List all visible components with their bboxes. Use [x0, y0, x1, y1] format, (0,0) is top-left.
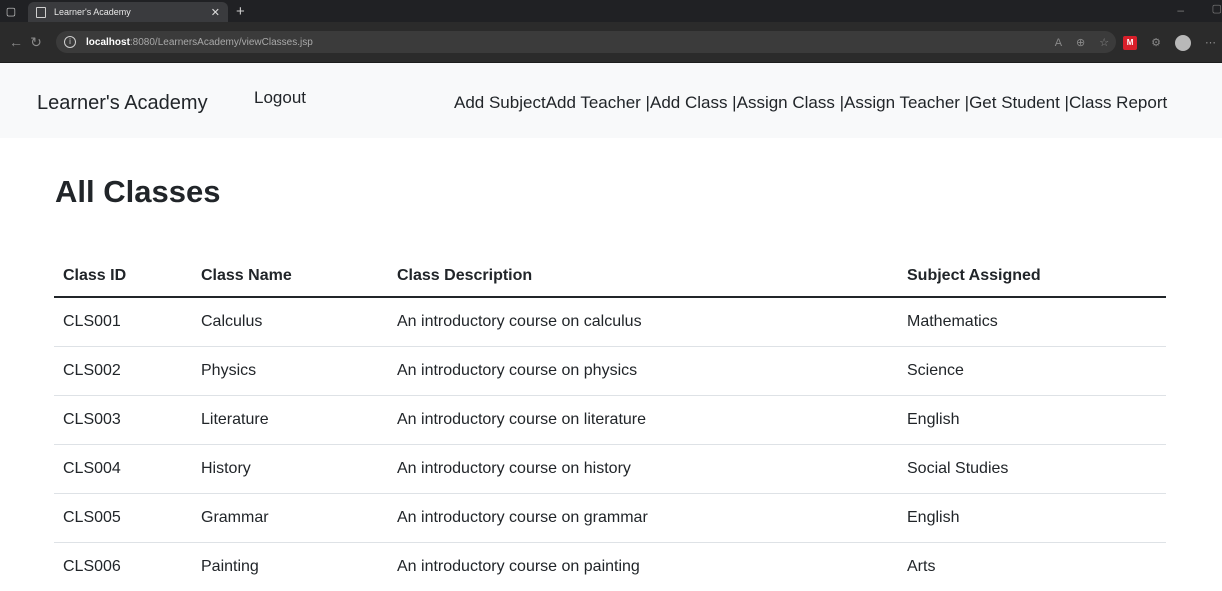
url-field[interactable]: i localhost:8080/LearnersAcademy/viewCla…	[56, 31, 1116, 53]
nav-add-class[interactable]: Add Class |	[650, 93, 737, 112]
cell-class-id: CLS006	[63, 557, 121, 575]
cell-class-description: An introductory course on calculus	[388, 297, 898, 347]
address-bar: ← ↻ i localhost:8080/LearnersAcademy/vie…	[0, 22, 1222, 63]
new-tab-icon[interactable]: +	[236, 3, 245, 20]
cell-class-description: An introductory course on grammar	[388, 493, 898, 543]
cell-subject-assigned: English	[898, 395, 1166, 445]
back-icon[interactable]: ←	[6, 34, 26, 50]
col-header-class-name: Class Name	[192, 256, 388, 298]
cell-subject-assigned: English	[898, 493, 1166, 543]
cell-class-description: An introductory course on painting	[397, 557, 640, 575]
cell-class-name: Grammar	[192, 493, 388, 543]
cell-class-id: CLS004	[54, 444, 192, 494]
nav-add-teacher[interactable]: Add Teacher |	[546, 93, 650, 112]
url-path: :8080/LearnersAcademy/viewClasses.jsp	[129, 36, 313, 48]
nav-assign-teacher[interactable]: Assign Teacher |	[844, 93, 969, 112]
col-header-class-description: Class Description	[388, 256, 898, 298]
table-header-row: Class ID Class Name Class Description Su…	[54, 256, 1166, 298]
page-icon	[36, 6, 46, 18]
cell-class-name: Physics	[192, 346, 388, 396]
col-header-class-id: Class ID	[54, 256, 192, 298]
more-menu-icon[interactable]: ⋯	[1205, 36, 1216, 49]
cell-subject-assigned: Arts	[907, 557, 936, 575]
cell-class-id: CLS005	[54, 493, 192, 543]
logout-link[interactable]: Logout	[254, 88, 306, 108]
cell-class-id: CLS001	[54, 297, 192, 347]
cell-class-name: Painting	[201, 557, 259, 575]
extension-icon[interactable]: M	[1123, 35, 1138, 50]
cell-class-name: Calculus	[192, 297, 388, 347]
cell-class-name: History	[192, 444, 388, 494]
cell-class-name: Literature	[192, 395, 388, 445]
zoom-icon[interactable]: ⊕	[1076, 36, 1085, 49]
browser-tab-bar: ▢ Learner's Academy ✕ + – ▢	[0, 0, 1222, 22]
maximize-icon[interactable]: ▢	[1212, 2, 1222, 15]
url-host: localhost	[86, 36, 130, 48]
classes-table: Class ID Class Name Class Description Su…	[54, 256, 1166, 591]
table-row: CLS003 Literature An introductory course…	[54, 395, 1166, 445]
cell-subject-assigned: Mathematics	[898, 297, 1166, 347]
profile-avatar[interactable]	[1175, 34, 1191, 51]
col-header-subject-assigned: Subject Assigned	[898, 256, 1166, 298]
browser-tab[interactable]: Learner's Academy ✕	[28, 2, 228, 22]
table-row: CLS002 Physics An introductory course on…	[54, 346, 1166, 396]
favorite-star-icon[interactable]: ☆	[1099, 36, 1109, 49]
nav-links: Add SubjectAdd Teacher |Add Class |Assig…	[454, 93, 1167, 113]
table-row: CLS005 Grammar An introductory course on…	[54, 493, 1166, 543]
close-tab-icon[interactable]: ✕	[211, 6, 220, 19]
site-navbar: Learner's Academy Logout Add SubjectAdd …	[0, 63, 1222, 138]
cell-class-description: An introductory course on history	[388, 444, 898, 494]
table-row: CLS001 Calculus An introductory course o…	[54, 297, 1166, 347]
brand-link[interactable]: Learner's Academy	[37, 92, 208, 115]
extensions-puzzle-icon[interactable]: ⚙	[1151, 36, 1161, 49]
cell-class-description: An introductory course on literature	[388, 395, 898, 445]
nav-get-student[interactable]: Get Student |	[969, 93, 1069, 112]
cell-subject-assigned: Science	[898, 346, 1166, 396]
tab-actions-icon[interactable]: ▢	[0, 0, 22, 22]
cell-class-id: CLS003	[54, 395, 192, 445]
table-row: CLS006 Painting An introductory course o…	[54, 542, 1166, 591]
nav-assign-class[interactable]: Assign Class |	[737, 93, 844, 112]
cell-class-id: CLS002	[54, 346, 192, 396]
table-row: CLS004 History An introductory course on…	[54, 444, 1166, 494]
site-info-icon[interactable]: i	[64, 36, 76, 48]
read-aloud-icon[interactable]: A	[1055, 37, 1062, 49]
tab-title: Learner's Academy	[54, 7, 131, 17]
cell-subject-assigned: Social Studies	[898, 444, 1166, 494]
nav-class-report[interactable]: Class Report	[1069, 93, 1167, 112]
minimize-icon[interactable]: –	[1177, 3, 1184, 17]
cell-class-description: An introductory course on physics	[388, 346, 898, 396]
refresh-icon[interactable]: ↻	[26, 34, 46, 51]
page-title: All Classes	[55, 174, 221, 209]
nav-add-subject[interactable]: Add Subject	[454, 93, 546, 112]
